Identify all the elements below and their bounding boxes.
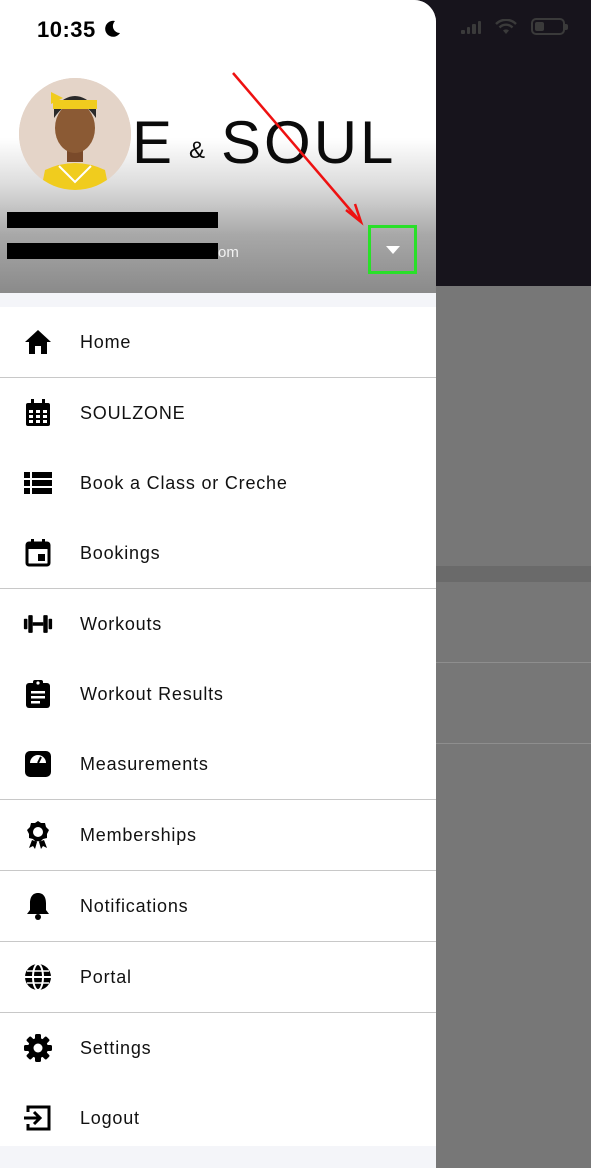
- menu-item-memberships[interactable]: Memberships: [0, 800, 436, 870]
- navigation-drawer: 10:35 E & SOUL om Home SOULZONE Book a C…: [0, 0, 436, 1168]
- cellular-signal-icon: [461, 20, 481, 34]
- menu-item-label: Settings: [80, 1037, 152, 1058]
- globe-icon: [23, 962, 53, 992]
- background-section-divider: [436, 566, 591, 582]
- scale-icon: [23, 749, 53, 779]
- menu-item-label: Home: [80, 331, 132, 352]
- logout-icon: [23, 1103, 53, 1133]
- menu-item-label: Portal: [80, 966, 132, 987]
- background-row-divider: [436, 743, 591, 744]
- annotation-arrow: [232, 72, 364, 226]
- menu-item-measurements[interactable]: Measurements: [0, 729, 436, 799]
- menu-item-workout-results[interactable]: Workout Results: [0, 659, 436, 729]
- menu-item-settings[interactable]: Settings: [0, 1013, 436, 1083]
- menu-item-home[interactable]: Home: [0, 307, 436, 377]
- bell-icon: [23, 891, 53, 921]
- drawer-footer-spacer: [0, 1146, 436, 1168]
- menu-item-bookings[interactable]: Bookings: [0, 518, 436, 588]
- menu-item-book-class[interactable]: Book a Class or Creche: [0, 448, 436, 518]
- menu-item-logout[interactable]: Logout: [0, 1083, 436, 1153]
- menu-item-label: Book a Class or Creche: [80, 472, 288, 493]
- menu-item-notifications[interactable]: Notifications: [0, 871, 436, 941]
- drawer-header: 10:35 E & SOUL om: [0, 0, 436, 293]
- menu-item-portal[interactable]: Portal: [0, 942, 436, 1012]
- award-icon: [23, 820, 53, 850]
- menu-item-label: Logout: [80, 1107, 140, 1128]
- menu-item-label: Memberships: [80, 824, 197, 845]
- home-icon: [23, 327, 53, 357]
- list-icon: [23, 468, 53, 498]
- drawer-menu: Home SOULZONE Book a Class or Creche Boo…: [0, 307, 436, 1153]
- status-icons: [461, 18, 568, 35]
- dumbbell-icon: [23, 609, 53, 639]
- clipboard-icon: [23, 679, 53, 709]
- gear-icon: [23, 1033, 53, 1063]
- background-row-divider: [436, 662, 591, 663]
- battery-icon: [531, 18, 568, 35]
- menu-item-soulzone[interactable]: SOULZONE: [0, 378, 436, 448]
- menu-item-label: SOULZONE: [80, 402, 186, 423]
- menu-item-label: Notifications: [80, 895, 189, 916]
- wifi-icon: [495, 18, 517, 34]
- menu-item-label: Workouts: [80, 613, 163, 634]
- calendar-event-icon: [23, 538, 53, 568]
- menu-item-label: Measurements: [80, 753, 209, 774]
- menu-item-label: Bookings: [80, 542, 161, 563]
- calendar-grid-icon: [23, 398, 53, 428]
- menu-item-workouts[interactable]: Workouts: [0, 589, 436, 659]
- menu-item-label: Workout Results: [80, 683, 224, 704]
